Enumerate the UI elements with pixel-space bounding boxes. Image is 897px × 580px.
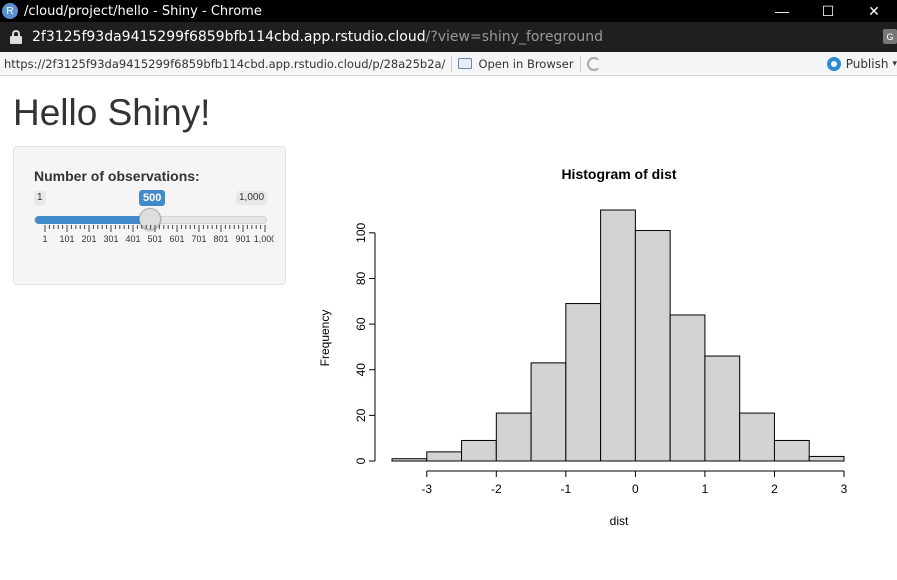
address-bar[interactable]: 2f3125f93da9415299f6859bfb114cbd.app.rst…: [0, 22, 897, 52]
sidebar-panel: Number of observations: 1 500 1,000 1 101…: [13, 146, 286, 285]
histogram-bar: [495, 412, 532, 462]
url-host[interactable]: 2f3125f93da9415299f6859bfb114cbd.app.rst…: [32, 29, 426, 45]
histogram-bar: [600, 209, 636, 462]
slider-max-label: 1,000: [236, 191, 268, 205]
x-axis-label: dist: [610, 514, 629, 528]
histogram-bar: [391, 458, 428, 462]
x-tick-label: 3: [841, 482, 848, 496]
publish-button[interactable]: Publish ▾: [826, 56, 897, 71]
window-controls: — ☐ ✕: [759, 0, 897, 22]
r-logo-icon: R: [2, 3, 18, 19]
histogram-bar: [461, 439, 497, 462]
histogram-bar: [426, 451, 463, 462]
open-window-icon: [458, 58, 473, 69]
y-tick-label: 0: [354, 457, 368, 464]
maximize-button[interactable]: ☐: [805, 0, 851, 22]
open-in-browser-label: Open in Browser: [478, 56, 574, 71]
close-button[interactable]: ✕: [851, 0, 897, 22]
publish-icon: [826, 56, 841, 71]
histogram-bar: [634, 230, 671, 462]
lock-icon[interactable]: [10, 30, 22, 44]
slider-tick-label: 401: [125, 234, 140, 244]
histogram-bar: [773, 439, 810, 462]
histogram-bar: [565, 303, 602, 462]
toolbar-divider: [451, 55, 453, 72]
slider-tick-label: 501: [147, 234, 162, 244]
slider-min-label: 1: [34, 191, 46, 205]
slider-tick-label: 301: [103, 234, 118, 244]
translate-icon[interactable]: G: [883, 29, 897, 44]
x-tick-label: 1: [702, 482, 709, 496]
x-tick-label: 2: [771, 482, 778, 496]
y-axis-label: Frequency: [318, 310, 332, 367]
slider-tick-label: 901: [235, 234, 250, 244]
viewer-url[interactable]: https://2f3125f93da9415299f6859bfb114cbd…: [4, 57, 445, 71]
x-tick-label: -2: [491, 482, 502, 496]
chevron-down-icon: ▾: [892, 58, 897, 69]
y-tick-label: 20: [354, 408, 368, 422]
viewer-toolbar: https://2f3125f93da9415299f6859bfb114cbd…: [0, 52, 897, 76]
slider-tick-label: 201: [81, 234, 96, 244]
slider-ticks: 1 101 201 301 401 501 601 701 801 901 1,000: [42, 225, 274, 244]
histogram-bar: [808, 455, 845, 462]
slider-tick-label: 601: [169, 234, 184, 244]
chart-title: Histogram of dist: [561, 166, 676, 182]
slider-tick-label: 1: [42, 234, 47, 244]
y-tick-label: 80: [354, 271, 368, 285]
slider-tick-label: 1,000: [254, 234, 274, 244]
slider-tick-label: 801: [213, 234, 228, 244]
x-tick-label: 0: [632, 482, 639, 496]
histogram-bar: [739, 412, 775, 462]
histogram-bar: [530, 362, 567, 462]
publish-label: Publish: [845, 56, 889, 71]
refresh-icon[interactable]: [586, 56, 601, 71]
url-path[interactable]: /?view=shiny_foreground: [426, 29, 603, 45]
window-title: /cloud/project/hello - Shiny - Chrome: [24, 3, 262, 19]
x-tick-label: -3: [421, 482, 432, 496]
open-in-browser-button[interactable]: Open in Browser: [458, 56, 574, 71]
slider-label: Number of observations:: [34, 168, 200, 184]
histogram-bar: [669, 314, 706, 462]
y-tick-label: 40: [354, 363, 368, 377]
toolbar-divider: [579, 55, 581, 72]
slider-tick-label: 101: [59, 234, 74, 244]
x-tick-label: -1: [561, 482, 572, 496]
histogram-bar: [704, 355, 741, 462]
slider-tick-label: 701: [191, 234, 206, 244]
window-title-bar: R /cloud/project/hello - Shiny - Chrome …: [0, 0, 897, 22]
slider-value-label: 500: [139, 190, 166, 206]
histogram-plot: Histogram of dist -3 -2 -1 0 1 2 3 0 20 40 60 80 100 d…: [318, 166, 848, 528]
y-tick-label: 60: [354, 317, 368, 331]
y-tick-label: 100: [354, 222, 368, 242]
minimize-button[interactable]: —: [759, 0, 805, 22]
slider-fill: [35, 216, 152, 224]
page-title: Hello Shiny!: [13, 92, 211, 133]
